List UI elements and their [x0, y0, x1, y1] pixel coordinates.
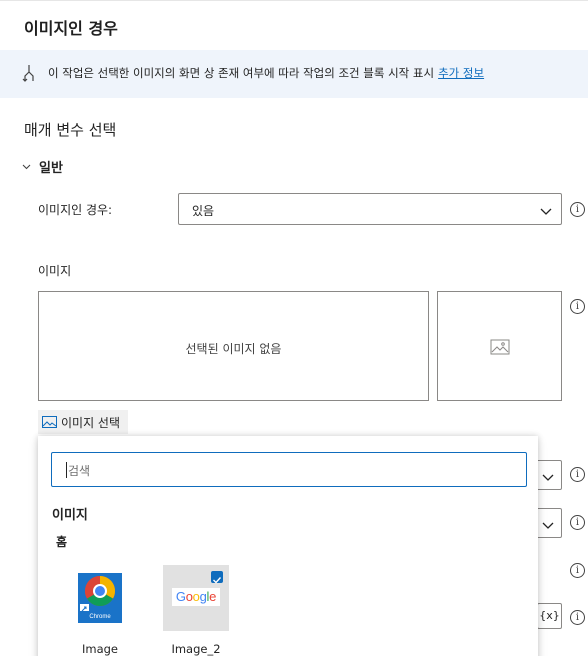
- select-image-button[interactable]: 이미지 선택: [38, 410, 129, 434]
- google-logo-icon: Google: [172, 588, 220, 606]
- info-icon[interactable]: i: [570, 299, 585, 314]
- no-image-text: 선택된 이미지 없음: [185, 342, 282, 356]
- selected-checkbox[interactable]: [211, 571, 223, 584]
- popup-heading: 이미지: [52, 508, 88, 523]
- chevron-down-icon: [22, 159, 31, 174]
- if-image-dropdown[interactable]: 있음: [178, 193, 562, 225]
- info-bar: 이 작업은 선택한 이미지의 화면 상 존재 여부에 따라 작업의 조건 블록 …: [0, 50, 588, 98]
- search-placeholder: 검색: [68, 464, 91, 478]
- info-icon[interactable]: i: [570, 563, 585, 578]
- info-icon[interactable]: i: [570, 610, 585, 625]
- chrome-shortcut-icon: Chrome: [78, 573, 122, 623]
- image-icon: [42, 416, 57, 428]
- image-item-name: Image_2: [171, 642, 221, 656]
- image-item-image-2[interactable]: Google: [163, 565, 229, 631]
- image-label: 이미지: [38, 264, 72, 278]
- dialog-title: 이미지인 경우: [24, 19, 118, 38]
- popup-subheading: 홈: [56, 535, 68, 549]
- image-placeholder-icon: [490, 339, 510, 359]
- image-picker-popup: 검색 이미지 홈 Chrome Image Google Image_2: [38, 436, 538, 656]
- select-image-label: 이미지 선택: [61, 415, 121, 430]
- svg-text:Chrome: Chrome: [89, 614, 111, 620]
- info-icon[interactable]: i: [570, 515, 585, 530]
- chevron-down-icon: [541, 469, 555, 488]
- text-caret: [66, 462, 67, 478]
- info-icon[interactable]: i: [570, 202, 585, 217]
- image-item-name: Image: [81, 642, 119, 656]
- search-input[interactable]: 검색: [51, 452, 527, 487]
- checkmark-icon: [213, 577, 222, 584]
- chevron-down-icon: [541, 517, 555, 536]
- image-item-image[interactable]: Chrome: [67, 567, 133, 633]
- section-title: 매개 변수 선택: [24, 121, 117, 139]
- group-general-toggle[interactable]: 일반: [22, 157, 63, 176]
- image-thumbnail-area[interactable]: [437, 291, 562, 401]
- info-description: 이 작업은 선택한 이미지의 화면 상 존재 여부에 따라 작업의 조건 블록 …: [48, 66, 435, 80]
- if-image-label: 이미지인 경우:: [38, 203, 113, 217]
- info-text: 이 작업은 선택한 이미지의 화면 상 존재 여부에 따라 작업의 조건 블록 …: [48, 65, 484, 81]
- learn-more-link[interactable]: 추가 정보: [438, 66, 484, 80]
- chevron-down-icon: [539, 203, 553, 222]
- info-icon[interactable]: i: [570, 467, 585, 482]
- if-image-value: 있음: [192, 204, 215, 218]
- flow-branch-icon: [22, 64, 36, 86]
- group-label: 일반: [39, 161, 63, 176]
- top-divider: [0, 0, 588, 1]
- variable-button[interactable]: {x}: [537, 603, 562, 629]
- image-preview-area[interactable]: 선택된 이미지 없음: [38, 291, 429, 401]
